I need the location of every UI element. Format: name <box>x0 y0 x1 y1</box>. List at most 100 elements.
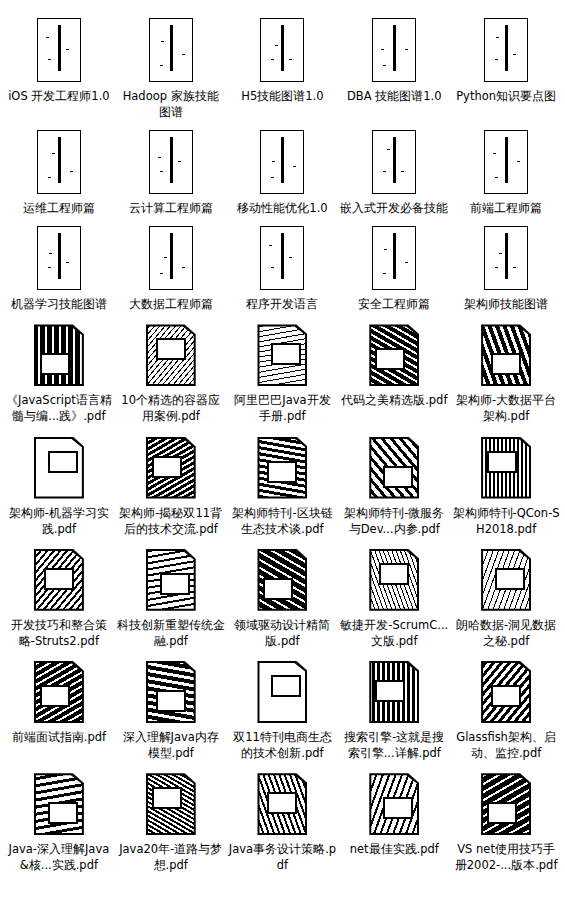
file-item[interactable]: Java-深入理解Java&核...实践.pdf <box>4 767 114 873</box>
file-item[interactable]: 大数据工程师篇 <box>116 222 226 312</box>
file-item[interactable]: 机器学习技能图谱 <box>4 222 114 312</box>
file-item[interactable]: 架构师特刊-微服务与Dev...内参.pdf <box>339 431 449 537</box>
mindmap-thumbnail-icon <box>372 18 416 82</box>
file-item[interactable]: 深入理解Java内存模型.pdf <box>116 655 226 761</box>
mindmap-thumbnail-icon <box>37 130 81 194</box>
file-name: Java-深入理解Java&核...实践.pdf <box>5 841 113 873</box>
thumbnail <box>34 318 84 386</box>
thumbnail <box>260 14 304 82</box>
file-item[interactable]: 架构师-大数据平台架构.pdf <box>451 318 561 424</box>
file-item[interactable]: 代码之美精选版.pdf <box>339 318 449 424</box>
file-item[interactable]: 架构师技能图谱 <box>451 222 561 312</box>
file-item[interactable]: Java20年-道路与梦想.pdf <box>116 767 226 873</box>
mindmap-thumbnail-icon <box>37 18 81 82</box>
mindmap-thumbnail-icon <box>372 130 416 194</box>
thumbnail <box>34 767 84 835</box>
file-name: 朗哈数据-洞见数据之秘.pdf <box>452 617 560 649</box>
thumbnail <box>34 431 84 499</box>
file-item[interactable]: 架构师特刊-QCon-SH2018.pdf <box>451 431 561 537</box>
file-name: 双11特刊电商生态的技术创新.pdf <box>228 729 336 761</box>
thumbnail <box>372 222 416 290</box>
file-item[interactable]: VS net使用技巧手册2002-...版本.pdf <box>451 767 561 873</box>
file-item[interactable]: H5技能图谱1.0 <box>228 14 338 120</box>
file-item[interactable]: iOS 开发工程师1.0 <box>4 14 114 120</box>
file-item[interactable]: 《JavaScript语言精髓与编...践》.pdf <box>4 318 114 424</box>
file-name: 运维工程师篇 <box>5 200 113 216</box>
file-item[interactable]: 朗哈数据-洞见数据之秘.pdf <box>451 543 561 649</box>
file-name: 嵌入式开发必备技能 <box>340 200 448 216</box>
file-name: 架构师-揭秘双11背后的技术交流.pdf <box>117 505 225 537</box>
thumbnail <box>481 318 531 386</box>
pdf-thumbnail-icon <box>34 324 84 386</box>
pdf-thumbnail-icon <box>146 437 196 499</box>
file-item[interactable]: 移动性能优化1.0 <box>228 126 338 216</box>
file-item[interactable]: 搜索引擎-这就是搜索引擎...详解.pdf <box>339 655 449 761</box>
file-item[interactable]: 领域驱动设计精简版.pdf <box>228 543 338 649</box>
thumbnail <box>146 543 196 611</box>
pdf-thumbnail-icon <box>257 661 307 723</box>
pdf-thumbnail-icon <box>146 661 196 723</box>
file-name: 移动性能优化1.0 <box>228 200 336 216</box>
thumbnail <box>146 655 196 723</box>
pdf-thumbnail-icon <box>34 549 84 611</box>
file-item[interactable]: Python知识要点图 <box>451 14 561 120</box>
pdf-thumbnail-icon <box>257 773 307 835</box>
file-item[interactable]: 架构师特刊-区块链生态技术谈.pdf <box>228 431 338 537</box>
file-name: Python知识要点图 <box>452 88 560 104</box>
file-item[interactable]: Hadoop 家族技能图谱 <box>116 14 226 120</box>
file-item[interactable]: 架构师-揭秘双11背后的技术交流.pdf <box>116 431 226 537</box>
pdf-thumbnail-icon <box>369 773 419 835</box>
file-name: 前端面试指南.pdf <box>5 729 113 745</box>
file-item[interactable]: Glassfish架构、启动、监控.pdf <box>451 655 561 761</box>
file-item[interactable]: 嵌入式开发必备技能 <box>339 126 449 216</box>
file-item[interactable]: DBA 技能图谱1.0 <box>339 14 449 120</box>
file-item[interactable]: 云计算工程师篇 <box>116 126 226 216</box>
file-item[interactable]: 前端面试指南.pdf <box>4 655 114 761</box>
pdf-thumbnail-icon <box>481 324 531 386</box>
file-name: 开发技巧和整合策略-Struts2.pdf <box>5 617 113 649</box>
mindmap-thumbnail-icon <box>149 18 193 82</box>
file-item[interactable]: 运维工程师篇 <box>4 126 114 216</box>
mindmap-thumbnail-icon <box>260 18 304 82</box>
file-item[interactable]: net最佳实践.pdf <box>339 767 449 873</box>
file-name: 阿里巴巴Java开发手册.pdf <box>228 392 336 424</box>
file-item[interactable]: 10个精选的容器应用案例.pdf <box>116 318 226 424</box>
mindmap-thumbnail-icon <box>372 226 416 290</box>
thumbnail <box>149 14 193 82</box>
file-name: 架构师特刊-QCon-SH2018.pdf <box>452 505 560 537</box>
mindmap-thumbnail-icon <box>37 226 81 290</box>
file-item[interactable]: 架构师-机器学习实践.pdf <box>4 431 114 537</box>
file-name: Java20年-道路与梦想.pdf <box>117 841 225 873</box>
pdf-thumbnail-icon <box>146 549 196 611</box>
file-item[interactable]: 开发技巧和整合策略-Struts2.pdf <box>4 543 114 649</box>
file-name: 深入理解Java内存模型.pdf <box>117 729 225 761</box>
mindmap-thumbnail-icon <box>149 130 193 194</box>
pdf-thumbnail-icon <box>481 549 531 611</box>
file-name: VS net使用技巧手册2002-...版本.pdf <box>452 841 560 873</box>
file-item[interactable]: 敏捷开发-ScrumC...文版.pdf <box>339 543 449 649</box>
thumbnail <box>260 222 304 290</box>
thumbnail <box>146 431 196 499</box>
pdf-thumbnail-icon <box>146 324 196 386</box>
thumbnail <box>481 543 531 611</box>
thumbnail <box>372 126 416 194</box>
file-name: 架构师特刊-微服务与Dev...内参.pdf <box>340 505 448 537</box>
file-item[interactable]: 程序开发语言 <box>228 222 338 312</box>
file-item[interactable]: 前端工程师篇 <box>451 126 561 216</box>
file-item[interactable]: 阿里巴巴Java开发手册.pdf <box>228 318 338 424</box>
mindmap-thumbnail-icon <box>484 130 528 194</box>
file-name: 程序开发语言 <box>228 296 336 312</box>
thumbnail <box>149 222 193 290</box>
thumbnail <box>369 655 419 723</box>
file-name: 安全工程师篇 <box>340 296 448 312</box>
pdf-thumbnail-icon <box>34 773 84 835</box>
file-name: Java事务设计策略.pdf <box>228 841 336 873</box>
file-item[interactable]: 安全工程师篇 <box>339 222 449 312</box>
thumbnail <box>369 767 419 835</box>
file-name: 大数据工程师篇 <box>117 296 225 312</box>
file-item[interactable]: Java事务设计策略.pdf <box>228 767 338 873</box>
file-item[interactable]: 双11特刊电商生态的技术创新.pdf <box>228 655 338 761</box>
file-item[interactable]: 科技创新重塑传统金融.pdf <box>116 543 226 649</box>
pdf-thumbnail-icon <box>369 324 419 386</box>
file-name: 搜索引擎-这就是搜索引擎...详解.pdf <box>340 729 448 761</box>
